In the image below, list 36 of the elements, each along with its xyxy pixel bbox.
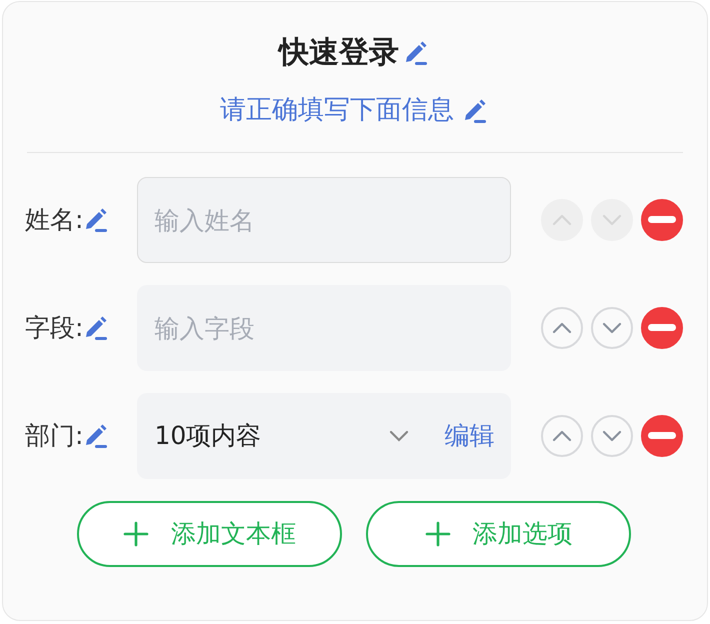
minus-icon — [648, 216, 676, 224]
select-field[interactable]: 10项内容 编辑 — [137, 393, 512, 479]
minus-icon — [648, 432, 676, 440]
chevron-down-icon — [601, 429, 623, 443]
minus-icon — [648, 324, 676, 332]
add-button[interactable]: 添加选项 — [366, 501, 631, 567]
edit-icon[interactable] — [83, 315, 110, 341]
move-up-button[interactable] — [541, 415, 583, 457]
add-button[interactable]: 添加文本框 — [77, 501, 342, 567]
chevron-up-icon — [551, 321, 573, 335]
plus-icon — [123, 521, 149, 547]
remove-button[interactable] — [641, 307, 683, 349]
edit-icon[interactable] — [462, 98, 488, 124]
chevron-up-icon — [551, 429, 573, 443]
input-field[interactable]: 输入字段 — [137, 285, 512, 371]
move-down-button[interactable] — [591, 415, 633, 457]
chevron-down-icon — [601, 213, 623, 227]
move-down-button[interactable] — [591, 307, 633, 349]
chevron-up-icon — [551, 213, 573, 227]
plus-icon — [424, 521, 450, 547]
field-label: 部门: — [25, 420, 84, 452]
move-up-button[interactable] — [541, 307, 583, 349]
remove-button[interactable] — [641, 199, 683, 241]
edit-icon[interactable] — [403, 40, 429, 66]
edit-icon[interactable] — [83, 423, 110, 449]
remove-button[interactable] — [641, 415, 683, 457]
field-label: 字段: — [25, 312, 84, 344]
edit-icon[interactable] — [83, 207, 110, 233]
dropdown-icon[interactable] — [388, 429, 410, 443]
input-field[interactable]: 输入姓名 — [137, 177, 512, 263]
field-label: 姓名: — [25, 204, 84, 236]
select-value: 10项内容 — [154, 420, 262, 452]
title: 快速登录 — [279, 34, 399, 72]
subtitle: 请正确填写下面信息 — [220, 94, 454, 127]
chevron-down-icon — [601, 321, 623, 335]
edit-link[interactable]: 编辑 — [444, 417, 494, 455]
